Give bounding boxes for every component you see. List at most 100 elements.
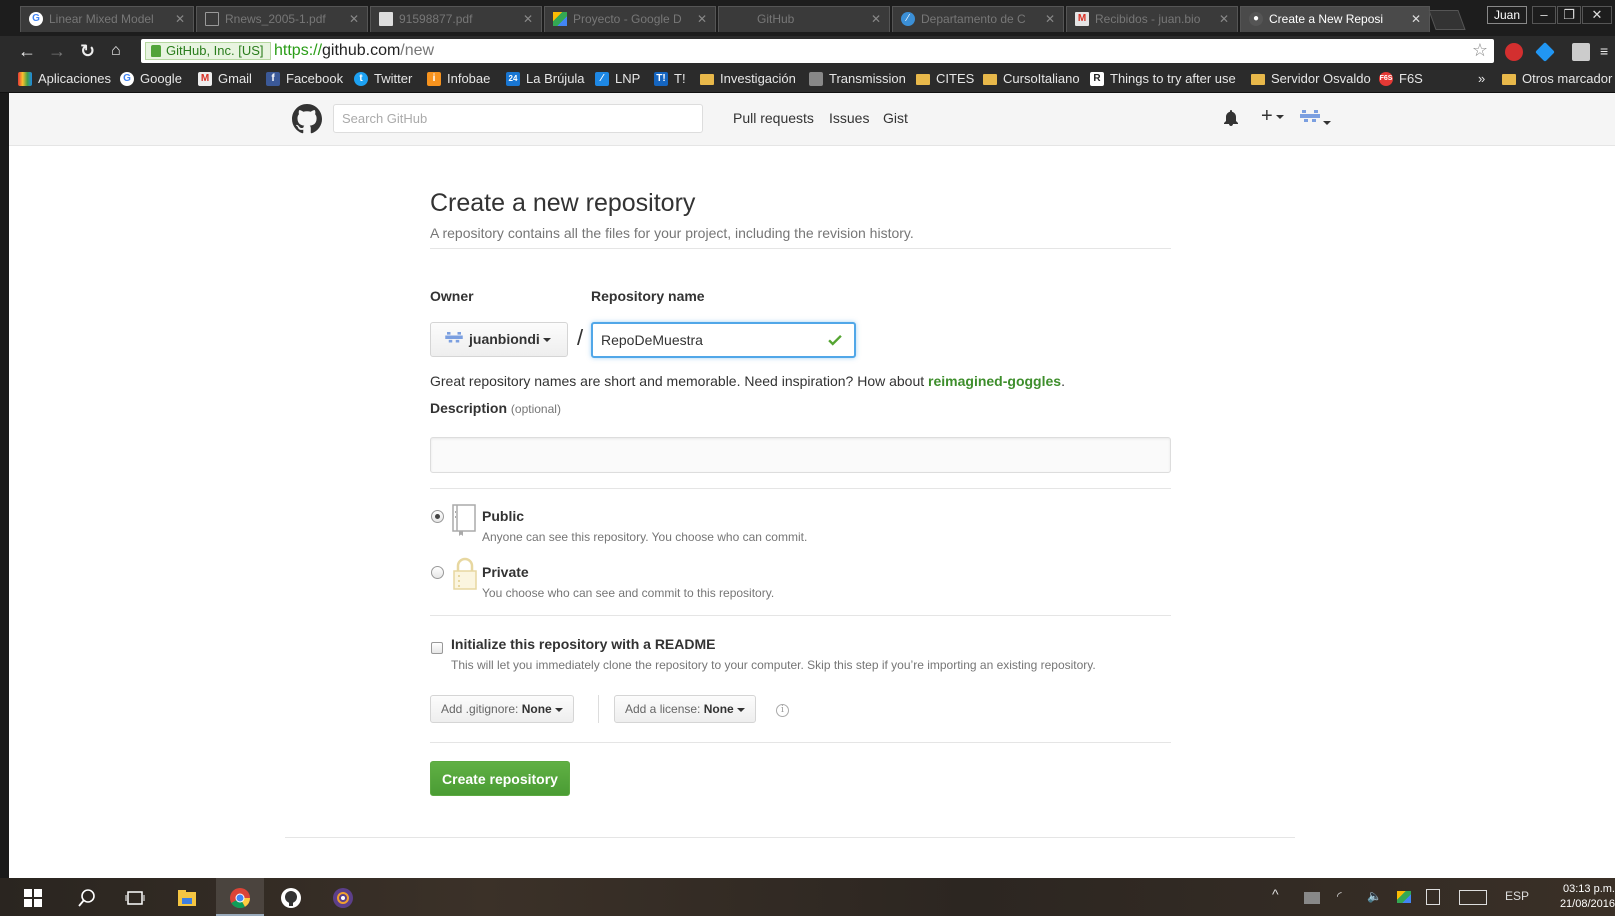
- more-bookmarks-button[interactable]: »: [1478, 71, 1485, 87]
- tray-overflow-chevron-icon[interactable]: ^: [1272, 886, 1279, 902]
- adblock-icon[interactable]: [1505, 43, 1523, 61]
- bookmark-things-to-try[interactable]: R Things to try after use: [1090, 71, 1242, 87]
- bookmark-star-icon[interactable]: ☆: [1472, 40, 1488, 61]
- restore-icon[interactable]: ❐: [1557, 6, 1581, 24]
- browser-tab[interactable]: G Linear Mixed Model ✕: [20, 6, 194, 32]
- close-icon[interactable]: ✕: [523, 7, 533, 31]
- windows-start-icon[interactable]: [24, 889, 42, 907]
- home-icon[interactable]: ⌂: [111, 40, 121, 62]
- bookmark-google[interactable]: G Google: [120, 71, 182, 87]
- bookmark-label: Servidor Osvaldo: [1271, 71, 1371, 86]
- repository-name-input[interactable]: [591, 322, 856, 358]
- forward-icon[interactable]: →: [48, 40, 66, 62]
- nav-issues[interactable]: Issues: [829, 110, 869, 126]
- back-icon[interactable]: ←: [18, 40, 36, 62]
- bookmark-servidor-osvaldo[interactable]: Servidor Osvaldo: [1251, 71, 1371, 87]
- close-icon[interactable]: ✕: [175, 7, 185, 31]
- browser-tab[interactable]: Rnews_2005-1.pdf ✕: [196, 6, 368, 32]
- browser-tab-active[interactable]: ● Create a New Reposi ✕: [1240, 6, 1430, 32]
- drive-extension-icon[interactable]: [1572, 43, 1590, 61]
- battery-icon[interactable]: [1304, 892, 1320, 904]
- nav-gist[interactable]: Gist: [883, 110, 908, 126]
- bookmark-f6s[interactable]: F6S F6S: [1379, 71, 1423, 87]
- description-input[interactable]: [430, 437, 1171, 473]
- browser-tab[interactable]: 91598877.pdf ✕: [370, 6, 542, 32]
- readme-title: Initialize this repository with a README: [451, 636, 716, 652]
- system-clock[interactable]: 03:13 p.m. 21/08/2016: [1557, 882, 1615, 912]
- close-icon[interactable]: ✕: [871, 7, 881, 31]
- bookmark-infobae[interactable]: i Infobae: [427, 71, 490, 87]
- browser-tab[interactable]: GitHub ✕: [718, 6, 890, 32]
- github-search-input[interactable]: [333, 104, 703, 133]
- bookmark-label: T!: [674, 71, 686, 86]
- address-bar[interactable]: GitHub, Inc. [US] https://github.com/new…: [141, 39, 1494, 63]
- bookmark-t[interactable]: T! T!: [654, 71, 686, 87]
- close-icon[interactable]: ✕: [1045, 7, 1055, 31]
- bookmark-apps[interactable]: Aplicaciones: [18, 71, 111, 87]
- suggested-name-link[interactable]: reimagined-goggles: [928, 373, 1061, 389]
- pdf-image-icon: [379, 12, 393, 26]
- other-bookmarks-folder[interactable]: Otros marcador: [1502, 71, 1612, 87]
- owner-select[interactable]: juanbiondi: [430, 322, 568, 357]
- volume-icon[interactable]: 🔈: [1367, 889, 1382, 903]
- license-select[interactable]: Add a license: None: [614, 695, 756, 723]
- bookmark-label: Twitter: [374, 71, 413, 86]
- notifications-bell-icon[interactable]: [1224, 110, 1238, 126]
- bookmark-cursoitaliano[interactable]: CursoItaliano: [983, 71, 1080, 87]
- wifi-icon[interactable]: ◜: [1337, 889, 1342, 903]
- browser-tab[interactable]: M Recibidos - juan.bio ✕: [1066, 6, 1238, 32]
- footer-divider: [285, 837, 1295, 838]
- compass-icon: ⁄: [901, 12, 915, 26]
- keyboard-icon[interactable]: [1459, 890, 1487, 905]
- nav-pull-requests[interactable]: Pull requests: [733, 110, 814, 126]
- user-avatar-menu[interactable]: [1300, 110, 1331, 129]
- github-desktop-icon[interactable]: [280, 887, 302, 909]
- profile-button[interactable]: Juan: [1487, 6, 1528, 24]
- bookmark-twitter[interactable]: t Twitter: [354, 71, 412, 87]
- google-drive-tray-icon[interactable]: [1397, 891, 1411, 903]
- info-icon[interactable]: i: [776, 704, 789, 717]
- action-center-icon[interactable]: [1426, 889, 1440, 905]
- apps-grid-icon: [18, 72, 32, 86]
- app-gear-icon[interactable]: [332, 887, 354, 909]
- chrome-icon[interactable]: [229, 887, 251, 909]
- gitignore-select[interactable]: Add .gitignore: None: [430, 695, 574, 723]
- close-icon[interactable]: ✕: [697, 7, 707, 31]
- menu-icon[interactable]: ≡: [1600, 40, 1608, 62]
- bookmark-lnp[interactable]: ⁄ LNP: [595, 71, 640, 87]
- google-drive-icon: [553, 12, 567, 26]
- create-new-menu[interactable]: +: [1261, 105, 1284, 128]
- google-icon: G: [29, 12, 43, 26]
- secure-badge[interactable]: GitHub, Inc. [US]: [145, 42, 271, 60]
- create-repository-button[interactable]: Create repository: [430, 761, 570, 796]
- reload-icon[interactable]: ↻: [80, 40, 95, 62]
- task-view-icon[interactable]: [124, 887, 146, 909]
- bookmark-cites[interactable]: CITES: [916, 71, 974, 87]
- file-explorer-icon[interactable]: [176, 887, 198, 909]
- bookmark-facebook[interactable]: f Facebook: [266, 71, 343, 87]
- close-window-icon[interactable]: ✕: [1582, 6, 1612, 24]
- close-icon[interactable]: ✕: [349, 7, 359, 31]
- close-icon[interactable]: ✕: [1411, 7, 1421, 31]
- bookmark-gmail[interactable]: M Gmail: [198, 71, 252, 87]
- chevron-down-icon: [736, 707, 745, 712]
- google-icon: G: [120, 72, 134, 86]
- extension-arrow-icon[interactable]: [1535, 42, 1555, 62]
- private-radio[interactable]: [431, 566, 444, 579]
- repo-name-label: Repository name: [591, 288, 705, 304]
- minimize-icon[interactable]: –: [1532, 6, 1556, 24]
- folder-icon: [1251, 74, 1265, 85]
- initialize-readme-checkbox[interactable]: [431, 642, 443, 654]
- close-icon[interactable]: ✕: [1219, 7, 1229, 31]
- owner-repo-separator: /: [577, 325, 584, 350]
- public-radio[interactable]: [431, 510, 444, 523]
- bookmark-investigacion[interactable]: Investigación: [700, 71, 796, 87]
- input-language[interactable]: ESP: [1505, 889, 1529, 903]
- bookmark-transmission[interactable]: Transmission: [809, 71, 906, 87]
- github-logo-icon[interactable]: [292, 104, 322, 134]
- browser-tab[interactable]: Proyecto - Google D ✕: [544, 6, 716, 32]
- search-icon[interactable]: [76, 887, 98, 909]
- new-tab-button[interactable]: [1428, 10, 1466, 30]
- bookmark-la-brujula[interactable]: 24 La Brújula: [506, 71, 585, 87]
- browser-tab[interactable]: ⁄ Departamento de C ✕: [892, 6, 1064, 32]
